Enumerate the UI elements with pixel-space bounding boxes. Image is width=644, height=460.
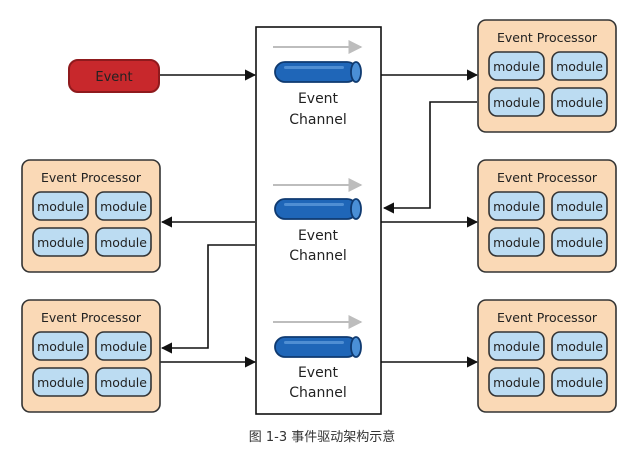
channel-label-line2: Channel bbox=[289, 385, 346, 401]
module-3: module bbox=[488, 227, 545, 257]
module-label: module bbox=[493, 59, 540, 74]
module-4: module bbox=[95, 367, 152, 397]
module-3: module bbox=[488, 87, 545, 117]
event-driven-architecture-diagram: Event Event Channel Event Channel Event Chann… bbox=[21, 19, 617, 415]
module-2: module bbox=[551, 331, 608, 361]
module-2: module bbox=[95, 191, 152, 221]
channel-pipe bbox=[274, 336, 362, 358]
module-label: module bbox=[556, 59, 603, 74]
module-3: module bbox=[32, 367, 89, 397]
module-3: module bbox=[32, 227, 89, 257]
module-label: module bbox=[493, 95, 540, 110]
module-label: module bbox=[493, 199, 540, 214]
module-2: module bbox=[95, 331, 152, 361]
module-label: module bbox=[37, 339, 84, 354]
module-label: module bbox=[37, 375, 84, 390]
channel-label-line1: Event bbox=[298, 228, 339, 244]
processor-title: Event Processor bbox=[497, 30, 598, 45]
module-label: module bbox=[493, 235, 540, 250]
module-label: module bbox=[37, 199, 84, 214]
channel-label-line1: Event bbox=[298, 91, 339, 107]
channel-label-line1: Event bbox=[298, 365, 339, 381]
processor-title: Event Processor bbox=[497, 310, 598, 325]
processor-right-3: Event Processor module module module module bbox=[477, 299, 617, 413]
module-3: module bbox=[488, 367, 545, 397]
module-label: module bbox=[37, 235, 84, 250]
module-4: module bbox=[95, 227, 152, 257]
event-node: Event bbox=[68, 59, 160, 93]
processor-right-2: Event Processor module module module module bbox=[477, 159, 617, 273]
channel-pipe bbox=[274, 198, 362, 220]
figure-caption: 图 1-3 事件驱动架构示意 bbox=[248, 430, 396, 445]
processor-title: Event Processor bbox=[41, 310, 142, 325]
arrow-channel2-to-processor-l2 bbox=[160, 244, 255, 354]
arrow-processor-r1-to-channel2 bbox=[382, 101, 477, 214]
module-2: module bbox=[551, 51, 608, 81]
module-label: module bbox=[493, 339, 540, 354]
module-1: module bbox=[488, 51, 545, 81]
module-1: module bbox=[32, 191, 89, 221]
processor-title: Event Processor bbox=[497, 170, 598, 185]
module-1: module bbox=[488, 331, 545, 361]
module-label: module bbox=[100, 235, 147, 250]
processor-left-1: Event Processor module module module module bbox=[21, 159, 161, 273]
event-label: Event bbox=[95, 70, 132, 85]
processor-left-2: Event Processor module module module module bbox=[21, 299, 161, 413]
module-1: module bbox=[32, 331, 89, 361]
processor-right-1: Event Processor module module module module bbox=[477, 19, 617, 133]
module-4: module bbox=[551, 87, 608, 117]
module-4: module bbox=[551, 367, 608, 397]
module-label: module bbox=[556, 235, 603, 250]
processor-title: Event Processor bbox=[41, 170, 142, 185]
module-label: module bbox=[556, 339, 603, 354]
module-label: module bbox=[556, 95, 603, 110]
channel-label-line2: Channel bbox=[289, 112, 346, 128]
channel-pipe bbox=[274, 61, 362, 83]
module-4: module bbox=[551, 227, 608, 257]
module-2: module bbox=[551, 191, 608, 221]
module-label: module bbox=[100, 199, 147, 214]
module-label: module bbox=[556, 375, 603, 390]
module-label: module bbox=[556, 199, 603, 214]
channel-label-line2: Channel bbox=[289, 248, 346, 264]
module-label: module bbox=[100, 339, 147, 354]
module-label: module bbox=[100, 375, 147, 390]
module-1: module bbox=[488, 191, 545, 221]
module-label: module bbox=[493, 375, 540, 390]
